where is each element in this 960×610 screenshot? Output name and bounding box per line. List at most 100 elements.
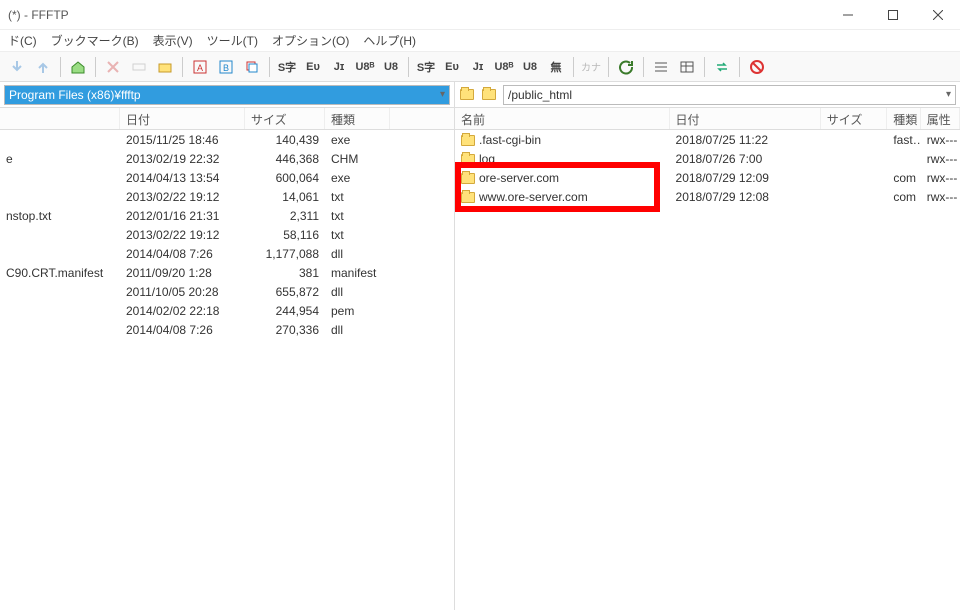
file-date: 2014/04/13 13:54 xyxy=(120,171,245,185)
minimize-button[interactable] xyxy=(825,0,870,30)
file-type: dll xyxy=(325,285,390,299)
col-size[interactable]: サイズ xyxy=(821,108,888,129)
refresh-icon[interactable] xyxy=(615,56,637,78)
file-size: 14,061 xyxy=(245,190,325,204)
file-name: e xyxy=(0,152,120,166)
remote-file-list[interactable]: .fast-cgi-bin2018/07/25 11:22fast…rwx---… xyxy=(455,130,960,610)
file-attr: rwx--- xyxy=(921,152,960,166)
folder-icon xyxy=(461,154,475,165)
remote-pane: 名前 日付 サイズ 種類 属性 .fast-cgi-bin2018/07/25 … xyxy=(455,108,960,610)
file-type: txt xyxy=(325,228,390,242)
file-size: 446,368 xyxy=(245,152,325,166)
table-row[interactable]: 2013/02/22 19:1258,116txt xyxy=(0,225,454,244)
menu-item[interactable]: 表示(V) xyxy=(153,32,193,49)
sync-icon[interactable] xyxy=(711,56,733,78)
col-type[interactable]: 種類 xyxy=(887,108,920,129)
file-date: 2013/02/22 19:12 xyxy=(120,190,245,204)
file-type: manifest xyxy=(325,266,390,280)
encoding-btn[interactable]: 無 xyxy=(545,56,567,78)
file-name: log xyxy=(455,152,670,166)
table-row[interactable]: e2013/02/19 22:32446,368CHM xyxy=(0,149,454,168)
table-row[interactable]: 2014/04/08 7:26270,336dll xyxy=(0,320,454,339)
local-columns: 日付 サイズ 種類 xyxy=(0,108,454,130)
file-type: com xyxy=(887,171,920,185)
file-size: 1,177,088 xyxy=(245,247,325,261)
stop-icon[interactable] xyxy=(746,56,768,78)
local-path-input[interactable]: Program Files (x86)¥ffftp xyxy=(4,85,450,105)
kanji-icon[interactable]: カナ xyxy=(580,56,602,78)
table-row[interactable]: 2014/04/13 13:54600,064exe xyxy=(0,168,454,187)
file-size: 2,311 xyxy=(245,209,325,223)
menu-item[interactable]: ヘルプ(H) xyxy=(363,32,416,49)
close-button[interactable] xyxy=(915,0,960,30)
list-view-icon[interactable] xyxy=(650,56,672,78)
menu-item[interactable]: ブックマーク(B) xyxy=(51,32,139,49)
encoding-btn[interactable]: Jɪ xyxy=(467,56,489,78)
table-row[interactable]: nstop.txt2012/01/16 21:312,311txt xyxy=(0,206,454,225)
rename-icon[interactable] xyxy=(128,56,150,78)
text-a-icon[interactable]: A xyxy=(189,56,211,78)
download-icon[interactable] xyxy=(6,56,28,78)
upload-icon[interactable] xyxy=(32,56,54,78)
table-row[interactable]: ore-server.com2018/07/29 12:09comrwx--- xyxy=(455,168,960,187)
table-row[interactable]: 2014/02/02 22:18244,954pem xyxy=(0,301,454,320)
delete-icon[interactable] xyxy=(102,56,124,78)
file-date: 2018/07/29 12:08 xyxy=(670,190,821,204)
open-folder-icon[interactable] xyxy=(481,85,501,105)
menu-item[interactable]: オプション(O) xyxy=(272,32,349,49)
up-folder-icon[interactable] xyxy=(459,85,479,105)
col-date[interactable]: 日付 xyxy=(120,108,245,129)
window-title: (*) - FFFTP xyxy=(8,8,825,22)
encoding-btn[interactable]: U8ᴮ xyxy=(493,56,515,78)
file-date: 2018/07/25 11:22 xyxy=(670,133,821,147)
window-controls xyxy=(825,0,960,30)
copy-icon[interactable] xyxy=(241,56,263,78)
local-pane: 日付 サイズ 種類 2015/11/25 18:46140,439exee201… xyxy=(0,108,455,610)
col-date[interactable]: 日付 xyxy=(670,108,821,129)
menu-item[interactable]: ツール(T) xyxy=(207,32,258,49)
encoding-btn[interactable]: S字 xyxy=(276,56,298,78)
maximize-button[interactable] xyxy=(870,0,915,30)
local-file-list[interactable]: 2015/11/25 18:46140,439exee2013/02/19 22… xyxy=(0,130,454,610)
file-date: 2013/02/22 19:12 xyxy=(120,228,245,242)
encoding-btn[interactable]: Eᴜ xyxy=(302,56,324,78)
file-type: exe xyxy=(325,171,390,185)
file-date: 2018/07/29 12:09 xyxy=(670,171,821,185)
file-date: 2013/02/19 22:32 xyxy=(120,152,245,166)
menu-item[interactable]: ド(C) xyxy=(8,32,37,49)
encoding-btn[interactable]: Eᴜ xyxy=(441,56,463,78)
table-row[interactable]: 2014/04/08 7:261,177,088dll xyxy=(0,244,454,263)
file-date: 2015/11/25 18:46 xyxy=(120,133,245,147)
encoding-btn[interactable]: Jɪ xyxy=(328,56,350,78)
table-row[interactable]: 2011/10/05 20:28655,872dll xyxy=(0,282,454,301)
encoding-btn[interactable]: S字 xyxy=(415,56,437,78)
table-row[interactable]: 2013/02/22 19:1214,061txt xyxy=(0,187,454,206)
col-size[interactable]: サイズ xyxy=(245,108,325,129)
col-type[interactable]: 種類 xyxy=(325,108,390,129)
file-name: www.ore-server.com xyxy=(455,190,670,204)
file-name: ore-server.com xyxy=(455,171,670,185)
new-folder-icon[interactable] xyxy=(154,56,176,78)
encoding-btn[interactable]: U8 xyxy=(380,56,402,78)
table-row[interactable]: .fast-cgi-bin2018/07/25 11:22fast…rwx--- xyxy=(455,130,960,149)
table-row[interactable]: www.ore-server.com2018/07/29 12:08comrwx… xyxy=(455,187,960,206)
remote-path-input[interactable]: /public_html xyxy=(503,85,956,105)
menubar: ド(C) ブックマーク(B) 表示(V) ツール(T) オプション(O) ヘルプ… xyxy=(0,30,960,52)
file-type: dll xyxy=(325,323,390,337)
encoding-btn[interactable]: U8ᴮ xyxy=(354,56,376,78)
file-type: dll xyxy=(325,247,390,261)
encoding-btn[interactable]: U8 xyxy=(519,56,541,78)
table-row[interactable]: 2015/11/25 18:46140,439exe xyxy=(0,130,454,149)
file-type: fast… xyxy=(887,133,920,147)
home-icon[interactable] xyxy=(67,56,89,78)
col-attr[interactable]: 属性 xyxy=(921,108,960,129)
table-row[interactable]: log2018/07/26 7:00rwx--- xyxy=(455,149,960,168)
table-row[interactable]: C90.CRT.manifest2011/09/20 1:28381manife… xyxy=(0,263,454,282)
detail-view-icon[interactable] xyxy=(676,56,698,78)
file-size: 244,954 xyxy=(245,304,325,318)
text-b-icon[interactable]: B xyxy=(215,56,237,78)
col-name[interactable]: 名前 xyxy=(455,108,670,129)
file-name: nstop.txt xyxy=(0,209,120,223)
col-name[interactable] xyxy=(0,108,120,129)
file-attr: rwx--- xyxy=(921,190,960,204)
